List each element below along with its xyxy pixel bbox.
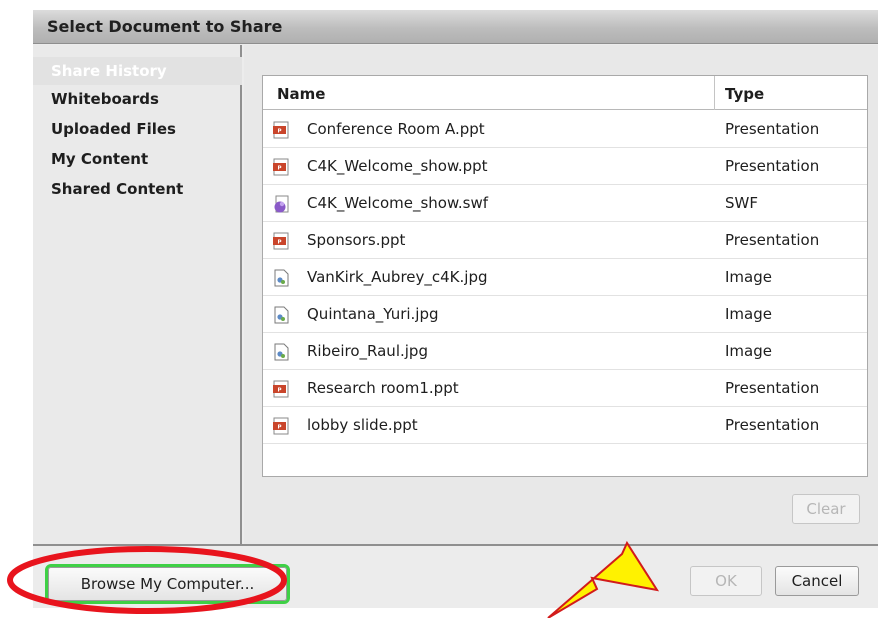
image-file-icon [273,343,290,361]
file-type: Presentation [725,231,820,249]
content-pane: Name Type P Conference Room A.ppt Presenta… [244,45,878,544]
file-name: VanKirk_Aubrey_c4K.jpg [307,268,488,286]
svg-text:P: P [277,129,281,135]
file-type: Presentation [725,379,820,397]
sidebar-item-shared-content[interactable]: Shared Content [33,175,242,203]
table-row[interactable]: P Sponsors.ppt Presentation [263,222,867,259]
file-type: Presentation [725,157,820,175]
file-name: Quintana_Yuri.jpg [307,305,439,323]
file-type: SWF [725,194,758,212]
file-type: Presentation [725,120,820,138]
ok-button[interactable]: OK [690,566,762,596]
sidebar-item-uploaded-files[interactable]: Uploaded Files [33,115,242,143]
ppt-file-icon: P [273,232,290,250]
file-type: Presentation [725,416,820,434]
file-name: Conference Room A.ppt [307,120,485,138]
browse-my-computer-button[interactable]: Browse My Computer... [45,564,290,604]
column-divider[interactable] [714,76,715,110]
table-row[interactable]: P C4K_Welcome_show.ppt Presentation [263,148,867,185]
table-row[interactable]: Plobby slide.ppt Presentation [263,407,867,444]
svg-text:P: P [277,425,281,431]
file-name: C4K_Welcome_show.swf [307,194,488,212]
ppt-file-icon: P [273,121,290,139]
file-name: Ribeiro_Raul.jpg [307,342,428,360]
sidebar-item-my-content[interactable]: My Content [33,145,242,173]
sidebar-item-whiteboards[interactable]: Whiteboards [33,85,242,113]
table-row[interactable]: Ribeiro_Raul.jpg Image [263,333,867,370]
svg-text:P: P [277,166,281,172]
column-header-name[interactable]: Name [277,85,325,103]
select-document-dialog: Select Document to Share Share History W… [33,10,878,608]
table-row[interactable]: P Conference Room A.ppt Presentation [263,111,867,148]
sidebar-item-share-history[interactable]: Share History [33,57,242,85]
table-header: Name Type [263,76,867,110]
file-name: lobby slide.ppt [307,416,418,434]
svg-text:P: P [277,240,281,246]
table-row[interactable]: VanKirk_Aubrey_c4K.jpg Image [263,259,867,296]
table-row[interactable]: P Research room1.ppt Presentation [263,370,867,407]
image-file-icon [273,269,290,287]
file-type: Image [725,305,772,323]
table-row[interactable]: C4K_Welcome_show.swf SWF [263,185,867,222]
file-name: Research room1.ppt [307,379,459,397]
table-row[interactable]: Quintana_Yuri.jpg Image [263,296,867,333]
ppt-file-icon: P [273,380,290,398]
file-name: C4K_Welcome_show.ppt [307,157,488,175]
dialog-titlebar: Select Document to Share [33,10,878,44]
ppt-file-icon: P [273,158,290,176]
swf-file-icon [273,195,290,213]
image-file-icon [273,306,290,324]
file-name: Sponsors.ppt [307,231,406,249]
column-header-type[interactable]: Type [725,85,764,103]
ppt-file-icon: P [273,417,290,435]
svg-text:P: P [277,388,281,394]
sidebar: Share History Whiteboards Uploaded Files… [33,45,242,544]
cancel-button[interactable]: Cancel [775,566,859,596]
dialog-title: Select Document to Share [47,17,283,36]
file-type: Image [725,342,772,360]
file-type: Image [725,268,772,286]
file-table: Name Type P Conference Room A.ppt Presenta… [262,75,868,477]
dialog-footer: Browse My Computer... OK Cancel [33,544,878,608]
clear-button[interactable]: Clear [792,494,860,524]
